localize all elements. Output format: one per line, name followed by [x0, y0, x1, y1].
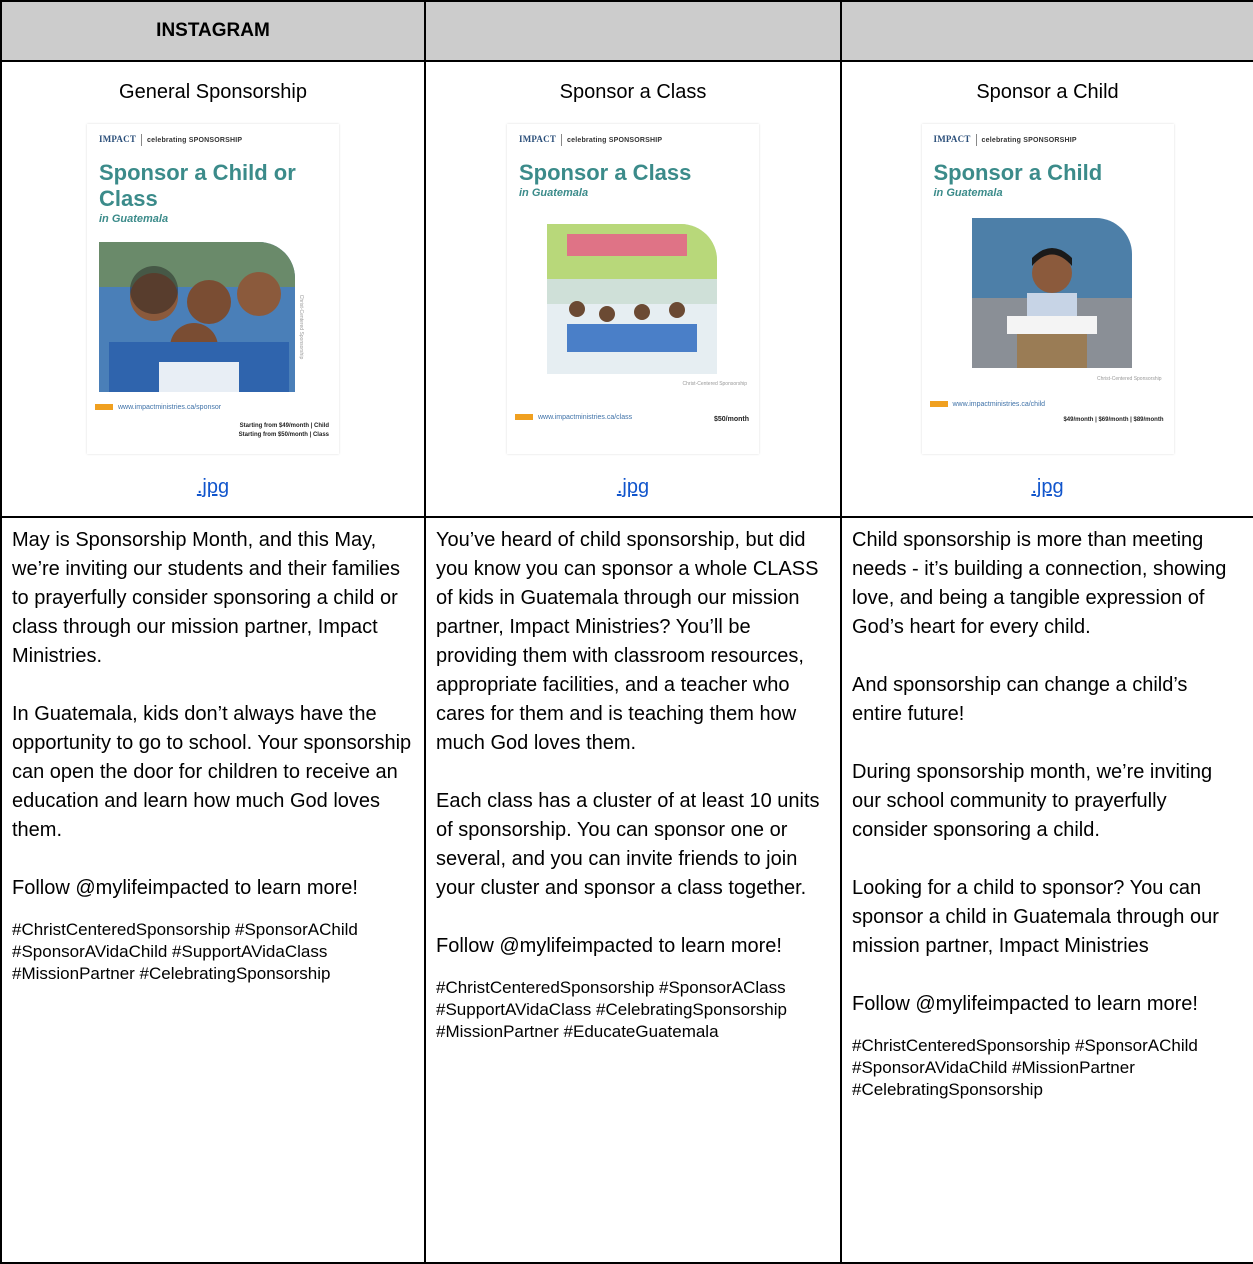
caption-paragraph: You’ve heard of child sponsorship, but d…: [436, 529, 819, 754]
instagram-content-table: INSTAGRAM General Sponsorship IMPACT cele…: [0, 0, 1253, 1264]
impact-logo: IMPACT celebrating SPONSORSHIP: [519, 134, 663, 146]
hashtags: #ChristCenteredSponsorship #SponsorAClas…: [436, 978, 787, 1041]
column-title: General Sponsorship: [119, 81, 307, 103]
poster-url: www.impactministries.ca/class: [515, 414, 632, 421]
caption-cell-class: You’ve heard of child sponsorship, but d…: [424, 516, 842, 1264]
caption-paragraph: During sponsorship month, we’re inviting…: [852, 761, 1213, 841]
media-row: General Sponsorship IMPACT celebrating SP…: [0, 60, 1253, 518]
poster-price: $50/month: [713, 416, 749, 423]
poster-image[interactable]: IMPACT celebrating SPONSORSHIP Sponsor a …: [87, 124, 339, 454]
poster-subline: in Guatemala: [519, 187, 589, 199]
impact-logo: IMPACT celebrating SPONSORSHIP: [99, 134, 243, 146]
poster-price: $49/month | $69/month | $89/month: [1063, 417, 1164, 423]
header-row: INSTAGRAM: [0, 0, 1253, 62]
caption-paragraph: Follow @mylifeimpacted to learn more!: [12, 877, 358, 899]
poster-headline: Sponsor a Child in Guatemala: [934, 160, 1174, 200]
poster-credit: Christ-Centered Sponsorship: [682, 381, 747, 387]
poster-image[interactable]: IMPACT celebrating SPONSORSHIP Sponsor a …: [921, 124, 1174, 454]
hashtags: #ChristCenteredSponsorship #SponsorAChil…: [12, 920, 358, 983]
poster-subline: in Guatemala: [933, 187, 1003, 199]
classroom-photo: [547, 224, 717, 374]
caption-paragraph: Looking for a child to sponsor? You can …: [852, 877, 1219, 957]
column-title: Sponsor a Class: [559, 81, 707, 103]
header-cell-2: [424, 0, 842, 62]
caption-paragraph: Follow @mylifeimpacted to learn more!: [852, 993, 1198, 1015]
caption-cell-general: May is Sponsorship Month, and this May, …: [0, 516, 426, 1264]
caption-paragraph: In Guatemala, kids don’t always have the…: [12, 703, 412, 841]
poster-image[interactable]: IMPACT celebrating SPONSORSHIP Sponsor a …: [507, 124, 759, 454]
poster-url: www.impactministries.ca/sponsor: [95, 404, 221, 411]
caption-paragraph: And sponsorship can change a child’s ent…: [852, 674, 1188, 725]
caption-paragraph: Each class has a cluster of at least 10 …: [436, 790, 820, 899]
jpg-link[interactable]: .jpg: [197, 476, 229, 499]
impact-logo: IMPACT celebrating SPONSORSHIP: [933, 134, 1077, 146]
media-cell-class: Sponsor a Class IMPACT celebrating SPONSO…: [424, 60, 842, 518]
media-cell-child: Sponsor a Child IMPACT celebrating SPONSO…: [840, 60, 1253, 518]
jpg-link[interactable]: .jpg: [617, 476, 649, 499]
poster-subline: in Guatemala: [99, 213, 169, 225]
poster-headline: Sponsor a Class in Guatemala: [519, 160, 759, 200]
header-title: INSTAGRAM: [0, 0, 426, 62]
caption-paragraph: Child sponsorship is more than meeting n…: [852, 529, 1227, 638]
column-title: Sponsor a Child: [976, 81, 1119, 103]
children-photo: [99, 242, 295, 392]
poster-credit: Christ-Centered Sponsorship: [1097, 376, 1162, 382]
caption-paragraph: Follow @mylifeimpacted to learn more!: [436, 935, 782, 957]
poster-credit: Christ-Centered Sponsorship: [297, 294, 304, 360]
header-cell-3: [840, 0, 1253, 62]
poster-price: Starting from $49/month | Child Starting…: [238, 423, 329, 438]
poster-headline: Sponsor a Child or Class in Guatemala: [99, 160, 299, 226]
jpg-link[interactable]: .jpg: [1031, 476, 1063, 499]
child-photo: [971, 218, 1132, 368]
caption-row: May is Sponsorship Month, and this May, …: [0, 516, 1253, 1264]
poster-url: www.impactministries.ca/child: [929, 401, 1045, 408]
hashtags: #ChristCenteredSponsorship #SponsorAChil…: [852, 1036, 1198, 1099]
media-cell-general: General Sponsorship IMPACT celebrating SP…: [0, 60, 426, 518]
caption-cell-child: Child sponsorship is more than meeting n…: [840, 516, 1253, 1264]
caption-paragraph: May is Sponsorship Month, and this May, …: [12, 529, 400, 667]
